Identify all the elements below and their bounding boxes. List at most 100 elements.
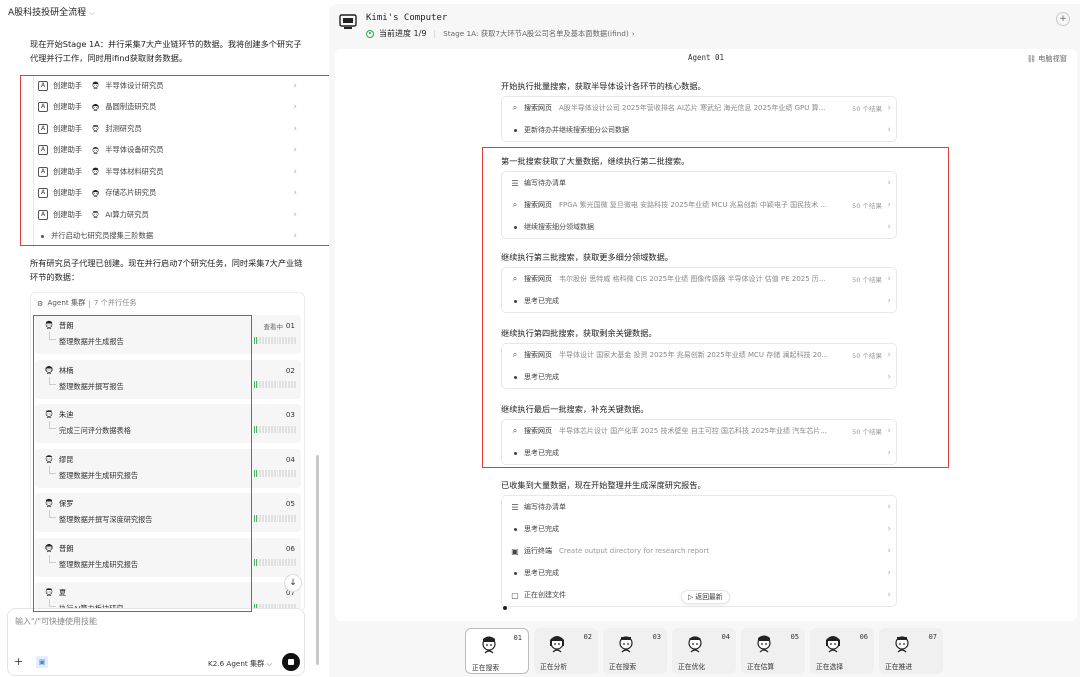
progress-bar[interactable]: 当前进度 1/9 | Stage 1A: 获取7大环节A股公司名单及基本面数据(… [366,28,635,39]
activity-bar [273,470,275,477]
agent-tray-item[interactable]: 02 正在分析 [534,628,598,674]
assistant-message: 所有研究员子代理已创建。现在并行启动7个研究任务，同时采集7大产业链环节的数据： [30,258,303,282]
activity-bar [267,470,269,477]
activity-bar [273,425,275,433]
stage-label[interactable]: Stage 1A: 获取7大环节A股公司名单及基本面数据(ifind) [443,29,629,39]
step-row-search[interactable]: ⌕ 搜索网页 半导体设计 国家大基金 投资 2025年 兆易创新 2025年业绩 M… [502,344,896,366]
activity-bar [273,381,275,388]
activity-bar [254,381,255,388]
step-row-dot[interactable]: 思考已完成 › [502,290,896,312]
add-icon[interactable]: + [14,655,23,668]
activity-bar [266,425,267,433]
helper-row[interactable]: A 创建助手 封测研究员 › [30,118,305,140]
activity-bar [263,470,264,477]
step-row-dot[interactable]: 思考已完成 › [502,366,896,388]
agent-card[interactable]: 朱迪 完成三问评分数据表格 03 [35,404,301,443]
activity-bar [269,336,270,344]
activity-bar [266,514,267,522]
computer-view-link[interactable]: ⛓ 电脑视窗 [1027,54,1067,64]
avatar-icon [757,635,771,653]
chevron-right-icon: › [887,296,891,306]
step-row-list[interactable]: ☰ 编写待办清单 › [502,496,896,518]
avatar-icon [826,636,840,653]
activity-bar [264,336,266,344]
tree-line [49,376,56,385]
chevron-right-icon: › [887,178,891,188]
back-to-latest-button[interactable]: ▷ 返回最新 [681,590,730,604]
add-icon[interactable]: + [1056,12,1070,26]
scroll-down-button[interactable]: ↓ [284,574,302,592]
activity-bar [263,559,264,566]
activity-bar [295,336,296,344]
step-row-search[interactable]: ⌕ 搜索网页 FPGA 紫光国微 复旦微电 安路科技 2025年业绩 MCU 兆易创… [502,194,896,216]
agent-tray-item[interactable]: 06 正在选择 [810,628,874,674]
helper-row[interactable]: A 创建助手 AI算力研究员 › [30,204,305,226]
activity-bar [270,470,272,477]
helper-row[interactable]: A 创建助手 晶圆制造研究员 › [30,97,305,119]
step-row-search[interactable]: ⌕ 搜索网页 韦尔股份 思特威 格科微 CIS 2025年业绩 图像传感器 半导体设… [502,268,896,290]
step-row-dot[interactable]: 思考已完成 › [502,518,896,540]
agent-number: 04 [721,633,730,641]
activity-bar [280,425,281,433]
helper-row[interactable]: 并行启动七研究员搜集三阶数据 › [30,226,305,248]
agent-card[interactable]: 普朗 整理数据并生成研究报告 06 [35,537,301,577]
agent-number: 01 [285,321,295,330]
activity-bar [264,514,266,522]
chevron-right-icon: › [887,590,891,600]
activity-bar [283,470,284,477]
activity-bar [258,336,260,344]
activity-bar [283,425,284,433]
helper-row[interactable]: A 创建助手 半导体设备研究员 › [30,140,305,162]
chat-input-box[interactable]: 输入"/"可快捷使用技能 + ▣ K2.6 Agent 集群 ⌵ [7,608,305,676]
activity-bar [290,514,292,522]
activity-bar [281,470,283,477]
step-row-term[interactable]: ▣ 运行终端 Create output directory for researc… [502,540,896,562]
avatar-icon [45,454,53,463]
chevron-right-icon: › [887,222,891,232]
agent-card[interactable]: 林楠 整理数据并撰写报告 02 [35,359,301,399]
stop-button[interactable] [282,653,300,671]
step-row-search[interactable]: ⌕ 搜索网页 A股半导体设计公司 2025年营收排名 AI芯片 寒武纪 海光信息 2… [502,97,896,119]
activity-bar [295,425,296,433]
helper-row[interactable]: A 创建助手 存储芯片研究员 › [30,183,305,205]
agent-task: 整理数据并撰写报告 [59,381,124,391]
activity-bar [286,559,287,566]
agent-tray-item[interactable]: 03 正在搜索 [603,628,667,674]
chevron-right-icon: › [887,274,891,284]
agent-card[interactable]: 保罗 整理数据并撰写深度研究报告 05 [35,493,301,532]
activity-bar [292,559,293,566]
agent-tray-item[interactable]: 05 正在估算 [741,628,805,674]
step-row-list[interactable]: ☰ 编写待办清单 › [502,172,896,194]
agent-card[interactable]: 缪昆 整理数据并生成研究报告 04 [35,448,301,488]
chat-input-placeholder[interactable]: 输入"/"可快捷使用技能 [15,616,97,627]
step-row-search[interactable]: ⌕ 搜索网页 半导体芯片设计 国产化率 2025 技术壁垒 自主可控 国芯科技 20… [502,420,896,442]
step-row-dot[interactable]: 更新待办并继续搜索细分公司数据 › [502,119,896,141]
arrow-down-icon: ↓ [289,578,297,588]
agent-card[interactable]: 普朗 整理数据并生成报告 查看中 01 [35,315,301,354]
project-title[interactable]: A股科技投研全流程 ⌵ [8,5,94,18]
activity-bar [280,381,281,388]
agent-tray-item[interactable]: 04 正在优化 [672,628,736,674]
step-row-dot[interactable]: 继续搜索细分领域数据 › [502,216,896,238]
activity-bar [289,559,290,566]
step-title: 第一批搜索获取了大量数据，继续执行第二批搜索。 [501,156,690,166]
activity-bar [289,425,290,433]
model-selector[interactable]: K2.6 Agent 集群 ⌵ [208,659,272,669]
scrollbar[interactable] [316,455,319,665]
agent-tray-item[interactable]: 01 正在搜索 [465,628,529,674]
activity-bar [283,514,284,522]
step-row-dot[interactable]: 思考已完成 › [502,562,896,584]
activity-bar [284,470,286,477]
helper-row[interactable]: A 创建助手 半导体材料研究员 › [30,161,305,183]
agent-number: 03 [652,633,661,641]
activity-bar [276,514,278,522]
agent-status: 正在推进 [885,663,913,671]
agent-number: 04 [285,454,295,464]
chevron-right-icon: › [887,546,891,556]
activity-bar [275,425,276,433]
helper-action: 创建助手 [53,188,83,198]
agent-tray-item[interactable]: 07 正在推进 [879,628,943,674]
step-row-dot[interactable]: 思考已完成 › [502,442,896,464]
helper-row[interactable]: A 创建助手 半导体设计研究员 › [30,75,305,97]
image-upload-icon[interactable]: ▣ [36,656,48,668]
